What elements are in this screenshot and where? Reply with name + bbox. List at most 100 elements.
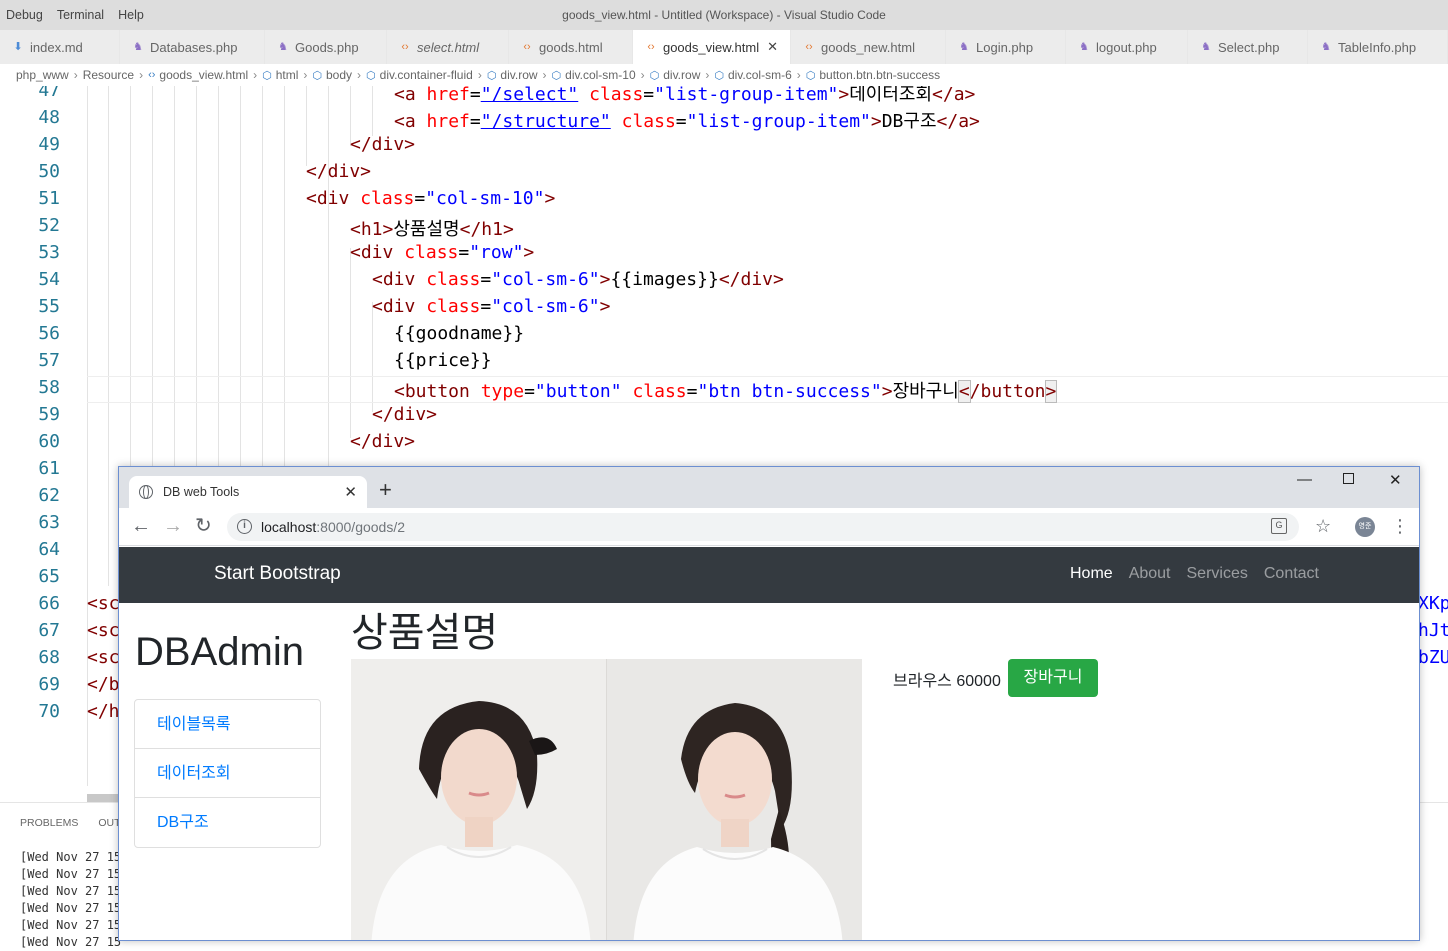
breadcrumb-item[interactable]: Resource (83, 68, 134, 82)
url-text[interactable]: localhost:8000/goods/2 (261, 519, 405, 535)
menu-bar: Debug Terminal Help (0, 0, 152, 30)
add-to-cart-button[interactable]: 장바구니 (1008, 659, 1098, 697)
title-bar: Debug Terminal Help goods_view.html - Un… (0, 0, 1448, 30)
product-price: 60000 (956, 673, 1001, 690)
indent-guide (372, 86, 373, 136)
cube-icon: ⬡ (262, 69, 272, 82)
tab-label: Goods.php (295, 39, 359, 55)
php-icon: ♞ (133, 41, 143, 53)
tab-label: goods_view.html (662, 39, 760, 55)
product-photo-drawing (351, 659, 862, 940)
code-line-69: </b (87, 674, 120, 695)
log-line: [Wed Nov 27 15 (20, 918, 122, 932)
tab-label: goods_new.html (821, 39, 915, 55)
line-number: 67 (38, 620, 60, 641)
php-icon: ♞ (1201, 41, 1211, 53)
html-icon: ‹› (148, 69, 156, 81)
browser-tab[interactable]: DB web Tools ✕ (129, 476, 367, 508)
tab-select-php[interactable]: ♞ Select.php (1188, 30, 1308, 64)
tab-tableinfo-php[interactable]: ♞ TableInfo.php (1308, 30, 1448, 64)
tab-goods-view-html[interactable]: ‹› goods_view.html ✕ (633, 30, 791, 64)
code-line-57: {{price}} (394, 350, 492, 371)
cube-icon: ⬡ (805, 69, 816, 82)
minimize-icon[interactable]: — (1297, 471, 1312, 488)
tab-index-md[interactable]: ⬇ index.md (0, 30, 120, 64)
tab-select-html[interactable]: ‹› select.html (387, 30, 509, 64)
breadcrumb-item[interactable]: div.container-fluid (380, 68, 473, 82)
line-number: 58 (38, 377, 60, 398)
bookmark-star-icon[interactable]: ☆ (1315, 516, 1331, 537)
line-number: 48 (38, 107, 60, 128)
forward-icon[interactable]: → (163, 515, 183, 537)
maximize-icon[interactable] (1343, 473, 1354, 484)
line-number: 64 (38, 539, 60, 560)
navbar-brand[interactable]: Start Bootstrap (214, 563, 341, 585)
vscode-window: Debug Terminal Help goods_view.html - Un… (0, 0, 1448, 949)
line-number: 66 (38, 593, 60, 614)
code-line-66: <sc (87, 593, 120, 614)
tab-logout-php[interactable]: ♞ logout.php (1066, 30, 1188, 64)
sidebar-list-group: 테이블목록 데이터조회 DB구조 (134, 699, 321, 848)
window-title: goods_view.html - Untitled (Workspace) -… (562, 8, 886, 22)
tab-goods-php[interactable]: ♞ Goods.php (265, 30, 387, 64)
menu-debug[interactable]: Debug (0, 8, 51, 22)
sidebar-title: DBAdmin (135, 630, 304, 674)
breadcrumb-item[interactable]: html (276, 68, 299, 82)
info-icon[interactable]: i (237, 519, 252, 534)
sidebar-item-table-list[interactable]: 테이블목록 (135, 700, 320, 749)
page-heading: 상품설명 (351, 611, 499, 655)
tab-goods-new-html[interactable]: ‹› goods_new.html (791, 30, 946, 64)
reload-icon[interactable]: ↻ (195, 515, 212, 537)
browser-tab-title: DB web Tools (163, 485, 240, 499)
menu-terminal[interactable]: Terminal (51, 8, 112, 22)
breadcrumb-item[interactable]: php_www (16, 68, 69, 82)
close-tab-icon[interactable]: ✕ (344, 483, 357, 501)
log-line: [Wed Nov 27 15 (20, 901, 122, 915)
tab-databases-php[interactable]: ♞ Databases.php (120, 30, 265, 64)
tab-problems[interactable]: PROBLEMS (20, 817, 78, 829)
line-number: 63 (38, 512, 60, 533)
line-number: 57 (38, 350, 60, 371)
menu-help[interactable]: Help (112, 8, 152, 22)
cube-icon: ⬡ (714, 69, 724, 82)
window-close-icon[interactable]: ✕ (1389, 471, 1402, 489)
breadcrumb: php_www › Resource › ‹› goods_view.html › ⬡ h… (0, 64, 1448, 86)
sidebar-item-db-structure[interactable]: DB구조 (135, 798, 320, 847)
new-tab-icon[interactable]: + (379, 479, 392, 501)
nav-about[interactable]: About (1129, 565, 1171, 583)
html-icon: ‹› (805, 41, 813, 53)
avatar[interactable]: 영준 (1355, 517, 1375, 537)
code-line-48: <a href="/structure" class="list-group-i… (394, 111, 980, 132)
horizontal-scrollbar[interactable] (87, 794, 119, 802)
menu-kebab-icon[interactable]: ⋮ (1391, 516, 1409, 536)
breadcrumb-item[interactable]: div.row (500, 68, 537, 82)
breadcrumb-item[interactable]: div.col-sm-10 (565, 68, 635, 82)
php-icon: ♞ (278, 41, 288, 53)
back-icon[interactable]: ← (131, 515, 151, 537)
translate-icon[interactable]: G (1271, 518, 1287, 534)
line-number: 60 (38, 431, 60, 452)
tab-login-php[interactable]: ♞ Login.php (946, 30, 1066, 64)
nav-contact[interactable]: Contact (1264, 565, 1319, 583)
breadcrumb-item[interactable]: div.col-sm-6 (728, 68, 792, 82)
html-icon: ‹› (523, 41, 531, 53)
tab-goods-html[interactable]: ‹› goods.html (509, 30, 633, 64)
nav-services[interactable]: Services (1187, 565, 1248, 583)
line-number: 56 (38, 323, 60, 344)
breadcrumb-item[interactable]: body (326, 68, 352, 82)
markdown-icon: ⬇ (13, 41, 23, 53)
close-icon[interactable]: ✕ (767, 39, 778, 55)
product-image (351, 659, 862, 940)
log-line: [Wed Nov 27 15 (20, 867, 122, 881)
breadcrumb-item[interactable]: button.btn.btn-success (819, 68, 940, 82)
tab-label: Databases.php (150, 39, 238, 55)
breadcrumb-item[interactable]: div.row (663, 68, 700, 82)
nav-home[interactable]: Home (1070, 565, 1113, 583)
code-line-55: <div class="col-sm-6"> (372, 296, 611, 317)
line-number: 50 (38, 161, 60, 182)
address-bar[interactable]: i localhost:8000/goods/2 G (227, 513, 1299, 541)
sidebar-item-data-select[interactable]: 데이터조회 (135, 749, 320, 798)
log-line: [Wed Nov 27 15 (20, 935, 122, 949)
breadcrumb-item[interactable]: goods_view.html (159, 68, 248, 82)
indent-guide (350, 248, 351, 438)
